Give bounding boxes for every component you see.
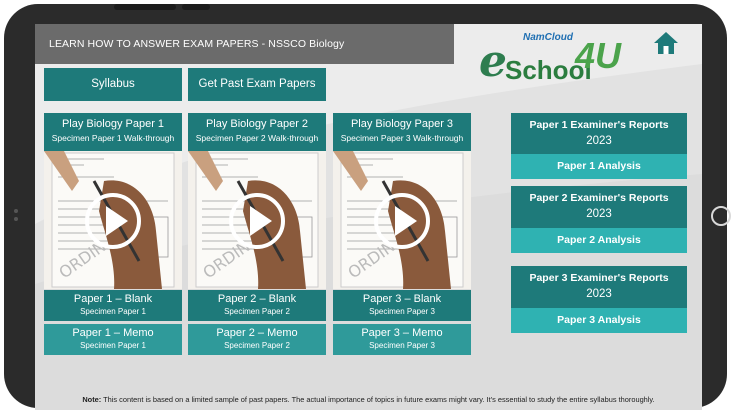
syllabus-button[interactable]: Syllabus xyxy=(44,68,182,101)
video-thumbnail[interactable]: TEL ORDIN xyxy=(333,151,471,289)
paper-3-examiner-report-button[interactable]: Paper 3 Examiner's Reports 2023 xyxy=(511,266,687,308)
paper-1-video-card[interactable]: Play Biology Paper 1 Specimen Paper 1 Wa… xyxy=(44,113,182,289)
paper-1-blank-button[interactable]: Paper 1 – Blank Specimen Paper 1 xyxy=(44,290,182,321)
home-icon[interactable] xyxy=(653,30,679,56)
paper-2-examiner-report-button[interactable]: Paper 2 Examiner's Reports 2023 xyxy=(511,186,687,228)
title-subject: Biology xyxy=(309,38,345,50)
paper-2-analysis-button[interactable]: Paper 2 Analysis xyxy=(511,228,687,253)
paper-1-examiner-report-button[interactable]: Paper 1 Examiner's Reports 2023 xyxy=(511,113,687,154)
note-text: This content is based on a limited sampl… xyxy=(103,395,655,404)
card-header: Play Biology Paper 3 Specimen Paper 3 Wa… xyxy=(333,113,471,151)
card-header: Play Biology Paper 2 Specimen Paper 2 Wa… xyxy=(188,113,326,151)
past-exam-papers-button[interactable]: Get Past Exam Papers xyxy=(188,68,326,101)
device-button xyxy=(114,4,176,10)
paper-3-memo-button[interactable]: Paper 3 – Memo Specimen Paper 3 xyxy=(333,324,471,355)
paper-3-video-card[interactable]: Play Biology Paper 3 Specimen Paper 3 Wa… xyxy=(333,113,471,289)
paper-2-reports-panel: Paper 2 Examiner's Reports 2023 Paper 2 … xyxy=(511,186,687,253)
title-prefix: LEARN HOW TO ANSWER EXAM PAPERS - NSSCO xyxy=(49,38,307,50)
camera-icon xyxy=(14,209,18,213)
video-thumbnail[interactable]: TEL ORDIN xyxy=(44,151,182,289)
paper-3-reports-panel: Paper 3 Examiner's Reports 2023 Paper 3 … xyxy=(511,266,687,333)
paper-1-memo-button[interactable]: Paper 1 – Memo Specimen Paper 1 xyxy=(44,324,182,355)
tablet-frame: LEARN HOW TO ANSWER EXAM PAPERS - NSSCO … xyxy=(4,4,731,410)
device-home-button[interactable] xyxy=(711,206,731,226)
paper-3-analysis-button[interactable]: Paper 3 Analysis xyxy=(511,308,687,333)
sensor-icon xyxy=(14,217,18,221)
paper-3-blank-button[interactable]: Paper 3 – Blank Specimen Paper 3 xyxy=(333,290,471,321)
paper-2-video-card[interactable]: Play Biology Paper 2 Specimen Paper 2 Wa… xyxy=(188,113,326,289)
video-thumbnail[interactable]: TEL ORDIN xyxy=(188,151,326,289)
app-screen: LEARN HOW TO ANSWER EXAM PAPERS - NSSCO … xyxy=(35,24,702,410)
paper-1-reports-panel: Paper 1 Examiner's Reports 2023 Paper 1 … xyxy=(511,113,687,179)
paper-2-blank-button[interactable]: Paper 2 – Blank Specimen Paper 2 xyxy=(188,290,326,321)
eschool4u-logo: NamCloud e School 4U xyxy=(479,32,622,87)
paper-2-memo-button[interactable]: Paper 2 – Memo Specimen Paper 2 xyxy=(188,324,326,355)
page-title: LEARN HOW TO ANSWER EXAM PAPERS - NSSCO … xyxy=(35,24,454,64)
disclaimer-note: Note: This content is based on a limited… xyxy=(35,395,702,404)
device-button xyxy=(182,4,210,10)
note-label: Note: xyxy=(82,395,102,404)
card-header: Play Biology Paper 1 Specimen Paper 1 Wa… xyxy=(44,113,182,151)
paper-1-analysis-button[interactable]: Paper 1 Analysis xyxy=(511,154,687,179)
